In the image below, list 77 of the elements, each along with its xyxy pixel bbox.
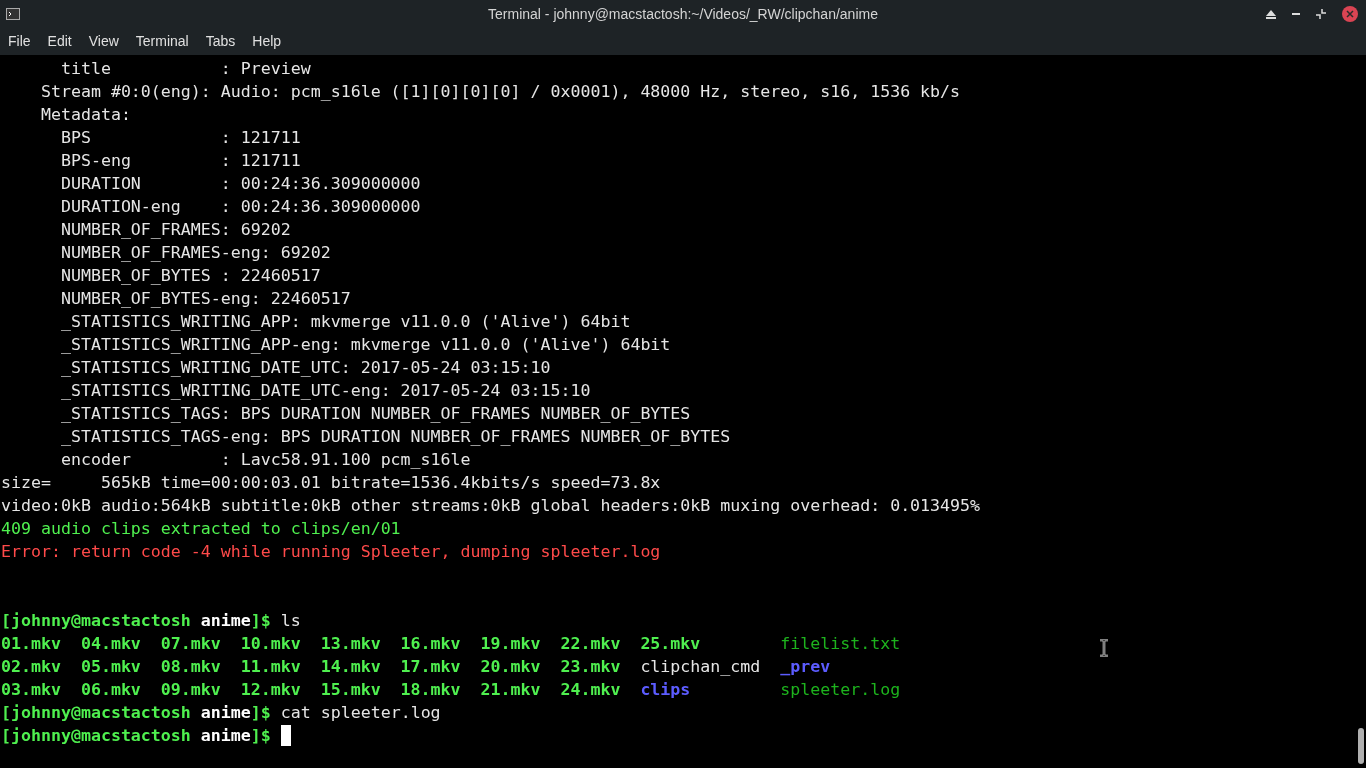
file-name: 13.mkv: [320, 634, 381, 653]
file-name: spleeter.log: [780, 680, 901, 699]
file-name: 21.mkv: [480, 680, 541, 699]
file-name: _prev: [780, 657, 831, 676]
output-line: size= 565kB time=00:00:03.01 bitrate=1536.4kbits/s speed=73.8x: [1, 473, 661, 492]
command-text: cat spleeter.log: [280, 702, 441, 724]
text-cursor: [280, 725, 291, 746]
output-line: _STATISTICS_WRITING_DATE_UTC-eng: 2017-05-24 03:15:10: [59, 381, 591, 400]
file-name: 15.mkv: [320, 680, 381, 699]
mouse-cursor-icon: [1099, 639, 1109, 657]
prompt-directory: anime: [200, 702, 251, 724]
output-line: DURATION : 00:24:36.309000000: [59, 174, 421, 193]
prompt-symbol: ]$: [250, 725, 271, 747]
file-name: 14.mkv: [320, 657, 381, 676]
output-line: title : Preview: [59, 59, 311, 78]
file-name: filelist.txt: [780, 634, 901, 653]
keep-above-icon[interactable]: [1266, 9, 1276, 19]
output-line: NUMBER_OF_FRAMES-eng: 69202: [59, 243, 331, 262]
output-line: 409 audio clips extracted to clips/en/01: [1, 519, 401, 538]
window-title: Terminal - johnny@macstactosh:~/Videos/_RW/clipchan/anime: [488, 4, 878, 24]
output-line: _STATISTICS_WRITING_APP-eng: mkvmerge v11.0.0 ('Alive') 64bit: [59, 335, 671, 354]
file-name: 23.mkv: [560, 657, 621, 676]
output-line: Metadata:: [39, 105, 131, 124]
output-line: BPS-eng : 121711: [59, 151, 301, 170]
output-line: _STATISTICS_TAGS: BPS DURATION NUMBER_OF_FRAMES NUMBER_OF_BYTES: [59, 404, 691, 423]
file-name: 08.mkv: [160, 657, 221, 676]
output-line: _STATISTICS_WRITING_DATE_UTC: 2017-05-24 03:15:10: [59, 358, 551, 377]
file-name: 19.mkv: [480, 634, 541, 653]
prompt-directory: anime: [200, 725, 251, 747]
file-name: clips: [640, 680, 691, 699]
terminal-icon: [6, 8, 20, 20]
output-line: NUMBER_OF_FRAMES: 69202: [59, 220, 291, 239]
output-line: BPS : 121711: [59, 128, 301, 147]
prompt-user: [johnny@macstactosh: [1, 610, 191, 632]
file-name: 10.mkv: [240, 634, 301, 653]
menu-item[interactable]: Tabs: [205, 31, 236, 52]
file-name: 05.mkv: [80, 657, 141, 676]
file-name: 25.mkv: [640, 634, 701, 653]
file-name: clipchan_cmd: [640, 657, 761, 676]
output-line: NUMBER_OF_BYTES-eng: 22460517: [59, 289, 351, 308]
menu-item[interactable]: Help: [252, 31, 282, 52]
file-name: 09.mkv: [160, 680, 221, 699]
prompt-user: [johnny@macstactosh: [1, 702, 191, 724]
command-text: ls: [280, 610, 301, 632]
menu-item[interactable]: View: [88, 31, 119, 52]
file-name: 01.mkv: [1, 634, 61, 653]
output-line: DURATION-eng : 00:24:36.309000000: [59, 197, 421, 216]
file-name: 02.mkv: [1, 657, 61, 676]
file-name: 12.mkv: [240, 680, 301, 699]
output-line: video:0kB audio:564kB subtitle:0kB other streams:0kB global headers:0kB muxing overhead: 0.013495%: [1, 496, 981, 515]
file-name: 18.mkv: [400, 680, 461, 699]
file-name: 06.mkv: [80, 680, 141, 699]
file-name: 17.mkv: [400, 657, 461, 676]
scrollbar-thumb[interactable]: [1358, 728, 1364, 764]
output-line: _STATISTICS_TAGS-eng: BPS DURATION NUMBER_OF_FRAMES NUMBER_OF_BYTES: [59, 427, 731, 446]
file-name: 07.mkv: [160, 634, 221, 653]
file-name: 20.mkv: [480, 657, 541, 676]
file-name: 24.mkv: [560, 680, 621, 699]
prompt-symbol: ]$: [250, 702, 271, 724]
menu-item[interactable]: Terminal: [135, 31, 189, 52]
file-name: 16.mkv: [400, 634, 461, 653]
file-name: 22.mkv: [560, 634, 621, 653]
output-line: encoder : Lavc58.91.100 pcm_s16le: [59, 450, 471, 469]
close-icon[interactable]: [1342, 6, 1358, 22]
restore-icon[interactable]: [1316, 9, 1326, 19]
prompt-user: [johnny@macstactosh: [1, 725, 191, 747]
file-name: 03.mkv: [1, 680, 61, 699]
file-name: 04.mkv: [80, 634, 141, 653]
output-line: _STATISTICS_WRITING_APP: mkvmerge v11.0.0 ('Alive') 64bit: [59, 312, 631, 331]
output-line: Stream #0:0(eng): Audio: pcm_s16le ([1][0][0][0] / 0x0001), 48000 Hz, stereo, s16, 1536 kb/s: [39, 82, 961, 101]
prompt-directory: anime: [200, 610, 251, 632]
menu-item[interactable]: File: [8, 31, 31, 52]
file-name: 11.mkv: [240, 657, 301, 676]
output-line: NUMBER_OF_BYTES : 22460517: [59, 266, 321, 285]
prompt-symbol: ]$: [250, 610, 271, 632]
menu-item[interactable]: Edit: [47, 31, 72, 52]
output-line: Error: return code -4 while running Spleeter, dumping spleeter.log: [1, 542, 661, 561]
